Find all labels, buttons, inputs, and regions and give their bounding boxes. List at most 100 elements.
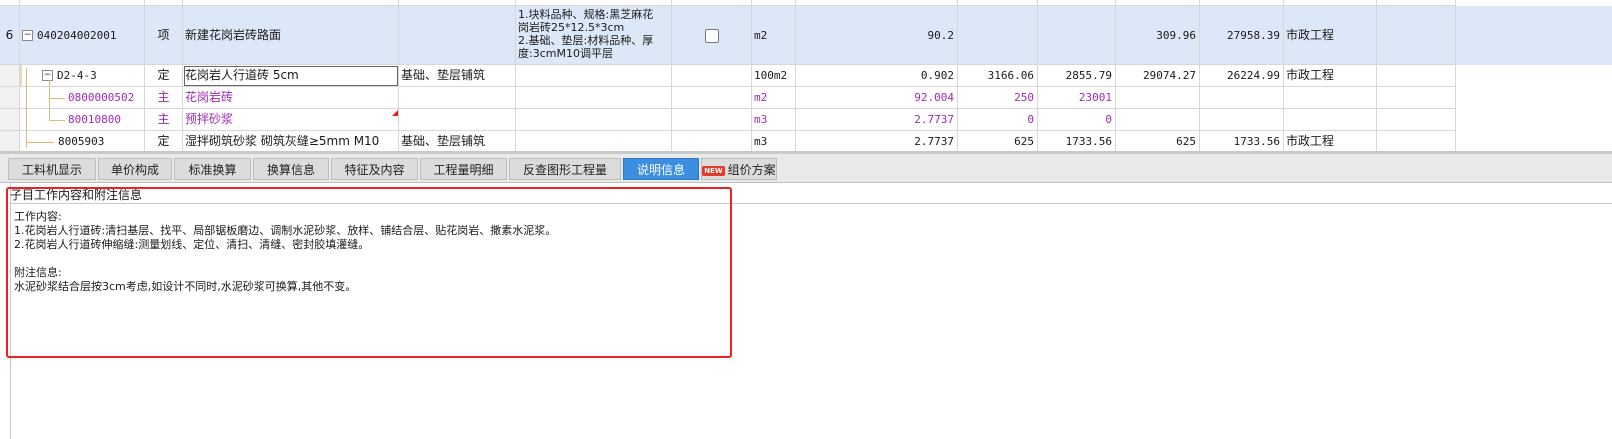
- total-cell[interactable]: 1733.56: [1200, 131, 1284, 152]
- extra-cell[interactable]: [1377, 87, 1456, 109]
- checkbox-cell[interactable]: [672, 65, 752, 87]
- highlight-frame: [6, 187, 732, 358]
- tab-conversion-info[interactable]: 换算信息: [253, 158, 329, 180]
- type-cell[interactable]: 主: [145, 87, 183, 109]
- discipline-cell[interactable]: 市政工程: [1284, 6, 1377, 65]
- description-panel: 子目工作内容和附注信息 工作内容: 1.花岗岩人行道砖:清扫基层、找平、局部锯板…: [0, 183, 1612, 439]
- price2-cell[interactable]: 0: [1038, 109, 1116, 131]
- price2-cell[interactable]: 1733.56: [1038, 131, 1116, 152]
- unit-cell[interactable]: m2: [752, 6, 796, 65]
- row-number: [0, 65, 20, 87]
- type-cell[interactable]: 定: [145, 65, 183, 87]
- checkbox[interactable]: [704, 28, 719, 43]
- total-cell[interactable]: [1200, 87, 1284, 109]
- type-cell[interactable]: 主: [145, 109, 183, 131]
- category-cell[interactable]: [399, 6, 516, 65]
- table-row[interactable]: 8005903 定 湿拌砌筑砂浆 砌筑灰缝≥5mm M10 基础、垫层铺筑 m3…: [0, 131, 1612, 152]
- name-cell[interactable]: 花岗岩砖: [183, 87, 399, 109]
- budget-grid: 6 −040204002001 项 新建花岗岩砖路面 1.块料品种、规格:黑芝麻…: [0, 0, 1612, 152]
- features-cell[interactable]: [516, 87, 672, 109]
- total-cell[interactable]: 26224.99: [1200, 65, 1284, 87]
- category-cell[interactable]: [399, 109, 516, 131]
- collapse-icon[interactable]: −: [42, 70, 53, 81]
- extra-cell[interactable]: [1377, 131, 1456, 152]
- total-cell[interactable]: 27958.39: [1200, 6, 1284, 65]
- checkbox-cell[interactable]: [672, 87, 752, 109]
- price1-cell[interactable]: 0: [958, 109, 1038, 131]
- price3-cell[interactable]: [1116, 87, 1200, 109]
- price2-cell[interactable]: 2855.79: [1038, 65, 1116, 87]
- features-cell[interactable]: [516, 131, 672, 152]
- quantity-cell[interactable]: 90.2: [796, 6, 958, 65]
- tab-unit-price-composition[interactable]: 单价构成: [98, 158, 172, 180]
- code-cell[interactable]: 80010800: [20, 109, 145, 131]
- code-cell[interactable]: −040204002001: [20, 6, 145, 65]
- unit-cell[interactable]: m3: [752, 109, 796, 131]
- category-cell[interactable]: 基础、垫层铺筑: [399, 131, 516, 152]
- price2-cell[interactable]: 23001: [1038, 87, 1116, 109]
- unit-cell[interactable]: m3: [752, 131, 796, 152]
- name-cell[interactable]: 花岗岩人行道砖 5cm: [183, 65, 399, 87]
- feature-line: 1.块料品种、规格:黑芝麻花: [518, 8, 654, 21]
- table-row[interactable]: 0800000502 主 花岗岩砖 m2 92.004 250 23001: [0, 87, 1612, 109]
- discipline-cell[interactable]: [1284, 87, 1377, 109]
- checkbox-cell[interactable]: [672, 6, 752, 65]
- code-cell[interactable]: − D2-4-3: [22, 65, 145, 87]
- comment-marker-icon: [392, 110, 398, 116]
- extra-cell[interactable]: [1377, 65, 1456, 87]
- features-cell[interactable]: [516, 65, 672, 87]
- unit-cell[interactable]: m2: [752, 87, 796, 109]
- discipline-cell[interactable]: 市政工程: [1284, 131, 1377, 152]
- extra-cell[interactable]: [1377, 109, 1456, 131]
- name-cell[interactable]: 新建花岗岩砖路面: [183, 6, 399, 65]
- price3-cell[interactable]: 29074.27: [1116, 65, 1200, 87]
- row-number: [0, 109, 20, 131]
- price3-cell[interactable]: 625: [1116, 131, 1200, 152]
- tree-connector: [49, 80, 50, 121]
- table-row[interactable]: − D2-4-3 定 花岗岩人行道砖 5cm 基础、垫层铺筑 100m2 0.90…: [0, 65, 1612, 87]
- type-cell[interactable]: 定: [145, 131, 183, 152]
- tab-quantity-detail[interactable]: 工程量明细: [420, 158, 507, 180]
- total-cell[interactable]: [1200, 109, 1284, 131]
- name-cell[interactable]: 湿拌砌筑砂浆 砌筑灰缝≥5mm M10: [183, 131, 399, 152]
- quantity-cell[interactable]: 0.902: [796, 65, 958, 87]
- unit-cell[interactable]: 100m2: [752, 65, 796, 87]
- category-cell[interactable]: 基础、垫层铺筑: [399, 65, 516, 87]
- name-cell[interactable]: 预拌砂浆: [183, 109, 399, 131]
- tab-standard-conversion[interactable]: 标准换算: [174, 158, 251, 180]
- price1-cell[interactable]: 625: [958, 131, 1038, 152]
- table-row[interactable]: 80010800 主 预拌砂浆 m3 2.7737 0 0: [0, 109, 1612, 131]
- tab-description-info[interactable]: 说明信息: [623, 158, 699, 180]
- features-cell[interactable]: 1.块料品种、规格:黑芝麻花 岗岩砖25*12.5*3cm 2.基础、垫层:材料…: [516, 6, 672, 65]
- tab-features-content[interactable]: 特征及内容: [331, 158, 418, 180]
- row-number: [0, 131, 20, 152]
- price1-cell[interactable]: 3166.06: [958, 65, 1038, 87]
- table-row[interactable]: 6 −040204002001 项 新建花岗岩砖路面 1.块料品种、规格:黑芝麻…: [0, 6, 1612, 65]
- price3-cell[interactable]: 309.96: [1116, 6, 1200, 65]
- row-number: 6: [0, 6, 20, 65]
- tab-labor-material-machine[interactable]: 工料机显示: [8, 158, 96, 180]
- price2-cell[interactable]: [1038, 6, 1116, 65]
- quantity-cell[interactable]: 2.7737: [796, 131, 958, 152]
- tab-reverse-graphic-quantity[interactable]: 反查图形工程量: [509, 158, 621, 180]
- category-cell[interactable]: [399, 87, 516, 109]
- checkbox-cell[interactable]: [672, 109, 752, 131]
- checkbox-cell[interactable]: [672, 131, 752, 152]
- price1-cell[interactable]: [958, 6, 1038, 65]
- tree-connector: [49, 120, 65, 121]
- quantity-cell[interactable]: 2.7737: [796, 109, 958, 131]
- discipline-cell[interactable]: [1284, 109, 1377, 131]
- new-badge: NEW: [702, 165, 725, 176]
- extra-cell[interactable]: [1377, 6, 1456, 65]
- collapse-icon[interactable]: −: [22, 30, 33, 41]
- feature-line: 2.基础、垫层:材料品种、厚: [518, 34, 654, 47]
- feature-line: 岗岩砖25*12.5*3cm: [518, 21, 625, 34]
- quantity-cell[interactable]: 92.004: [796, 87, 958, 109]
- type-cell[interactable]: 项: [145, 6, 183, 65]
- tab-pricing-plan[interactable]: NEW 组价方案: [701, 158, 777, 180]
- discipline-cell[interactable]: 市政工程: [1284, 65, 1377, 87]
- code-cell[interactable]: 0800000502: [20, 87, 145, 109]
- features-cell[interactable]: [516, 109, 672, 131]
- price3-cell[interactable]: [1116, 109, 1200, 131]
- price1-cell[interactable]: 250: [958, 87, 1038, 109]
